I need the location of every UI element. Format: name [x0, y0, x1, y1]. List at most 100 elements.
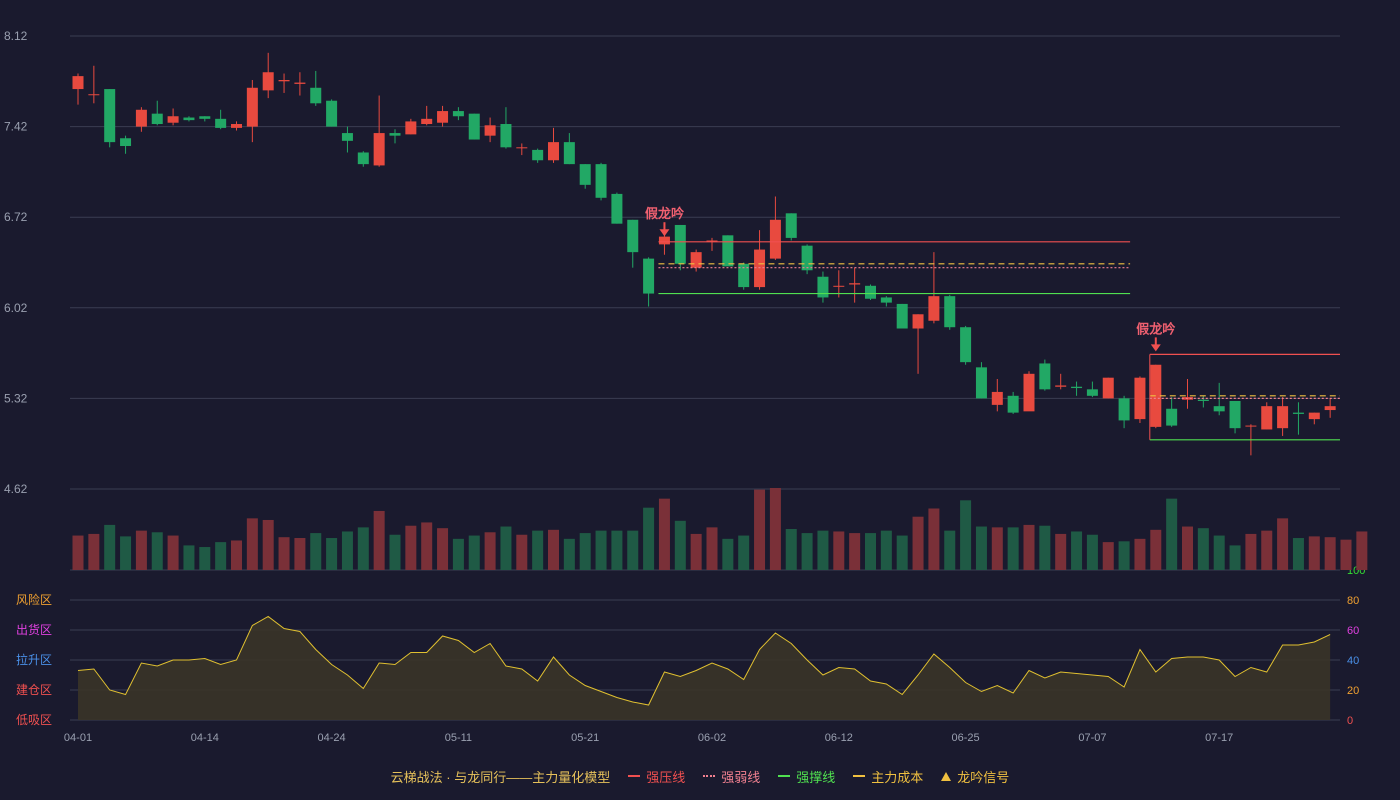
- volume-bar: [421, 522, 433, 570]
- candle-body: [341, 133, 353, 141]
- x-tick-label: 04-14: [191, 732, 219, 744]
- volume-bar: [960, 500, 972, 570]
- candle-body: [246, 87, 258, 127]
- volume-bar: [991, 527, 1003, 570]
- volume-bar: [373, 510, 385, 570]
- volume-bar: [643, 507, 655, 570]
- volume-bar: [833, 531, 845, 570]
- candle-body: [817, 276, 829, 298]
- volume-bar: [1118, 541, 1130, 570]
- volume-bar: [389, 534, 401, 570]
- candle-body: [944, 296, 956, 328]
- candle-body: [104, 89, 116, 143]
- zone-label: 低吸区: [16, 713, 52, 727]
- candle-body: [1324, 406, 1336, 411]
- legend-item-main-cost[interactable]: 主力成本: [853, 767, 923, 786]
- volume-bar: [468, 535, 480, 570]
- volume-bar: [880, 530, 892, 570]
- volume-bar: [104, 524, 116, 570]
- x-tick-label: 05-11: [445, 732, 472, 744]
- x-tick-label: 04-24: [318, 732, 346, 744]
- volume-bar: [912, 516, 924, 570]
- chart-legend: 云梯战法 · 与龙同行——主力量化模型 强压线 强弱线 强撑线 主力成本 龙吟信…: [0, 766, 1400, 786]
- volume-bar: [246, 518, 258, 570]
- volume-bar: [341, 531, 353, 570]
- volume-bar: [674, 520, 686, 570]
- oscillator-tick-label: 40: [1347, 655, 1359, 667]
- candle-body: [896, 303, 908, 329]
- volume-bar: [722, 538, 734, 570]
- signal-arrow-icon: [1150, 344, 1161, 352]
- candle-body: [1134, 377, 1146, 420]
- candle-body: [754, 249, 766, 288]
- candle-body: [1308, 412, 1320, 420]
- volume-bar: [658, 498, 670, 570]
- candle-body: [849, 283, 861, 285]
- x-tick-label: 07-07: [1078, 732, 1106, 744]
- price-tick-label: 7.42: [4, 120, 28, 134]
- candle-body: [880, 297, 892, 303]
- candle-body: [1197, 399, 1209, 401]
- candle-body: [183, 117, 195, 121]
- volume-bar: [1229, 545, 1241, 570]
- oscillator-tick-label: 20: [1347, 685, 1359, 697]
- legend-item-strong-resistance[interactable]: 强压线: [628, 767, 685, 786]
- volume-bar: [849, 533, 861, 570]
- price-tick-label: 6.02: [4, 301, 28, 315]
- candle-body: [643, 258, 655, 294]
- candle-body: [1166, 408, 1178, 426]
- volume-bar: [151, 532, 163, 570]
- candle-body: [468, 113, 480, 140]
- legend-title: 云梯战法 · 与龙同行——主力量化模型: [390, 769, 611, 785]
- candle-body: [1007, 395, 1019, 413]
- candle-body: [120, 138, 132, 147]
- legend-label: 强撑线: [796, 769, 836, 785]
- volume-bar: [1086, 534, 1098, 570]
- candle-body: [215, 118, 227, 128]
- volume-bar: [88, 533, 100, 570]
- volume-bar: [563, 538, 575, 570]
- volume-bar: [278, 537, 290, 570]
- volume-bar: [627, 530, 639, 570]
- zone-label: 风险区: [16, 592, 52, 607]
- volume-bar: [262, 519, 274, 570]
- legend-line-icon: [628, 775, 641, 777]
- candle-body: [627, 219, 639, 253]
- candle-body: [278, 80, 290, 82]
- volume-bar: [579, 533, 591, 570]
- price-tick-label: 4.62: [4, 482, 28, 496]
- volume-bar: [1213, 535, 1225, 570]
- candle-body: [389, 133, 401, 136]
- volume-bar: [896, 535, 908, 570]
- legend-item-strong-support[interactable]: 强撑线: [778, 767, 835, 786]
- candle-body: [674, 224, 686, 264]
- volume-bar: [231, 540, 242, 570]
- candle-body: [1102, 377, 1114, 399]
- volume-bar: [326, 538, 338, 570]
- candle-body: [373, 133, 385, 166]
- x-tick-label: 04-01: [64, 732, 92, 744]
- candle-body: [722, 235, 734, 267]
- legend-item-strong-weak[interactable]: 强弱线: [703, 767, 760, 786]
- candle-body: [991, 391, 1003, 405]
- volume-bar: [1055, 533, 1067, 570]
- volume-bar: [548, 529, 559, 570]
- candle-body: [1055, 385, 1067, 387]
- zone-label: 出货区: [16, 622, 52, 637]
- signal-label: 假龙吟: [645, 206, 684, 221]
- candle-body: [199, 116, 211, 119]
- candle-body: [928, 296, 940, 321]
- candle-body: [785, 213, 797, 238]
- volume-bar: [1007, 527, 1019, 570]
- volume-bar: [817, 530, 829, 570]
- zone-label: 建仓区: [16, 683, 52, 697]
- volume-bar: [865, 533, 876, 570]
- candle-body: [231, 124, 242, 128]
- candle-body: [452, 111, 464, 117]
- volume-bar: [72, 535, 84, 570]
- legend-item-dragon-signal[interactable]: 龙吟信号: [941, 767, 1009, 786]
- volume-bar: [1356, 531, 1368, 570]
- volume-bar: [484, 532, 496, 570]
- volume-bar: [1150, 529, 1162, 570]
- candle-body: [833, 285, 845, 287]
